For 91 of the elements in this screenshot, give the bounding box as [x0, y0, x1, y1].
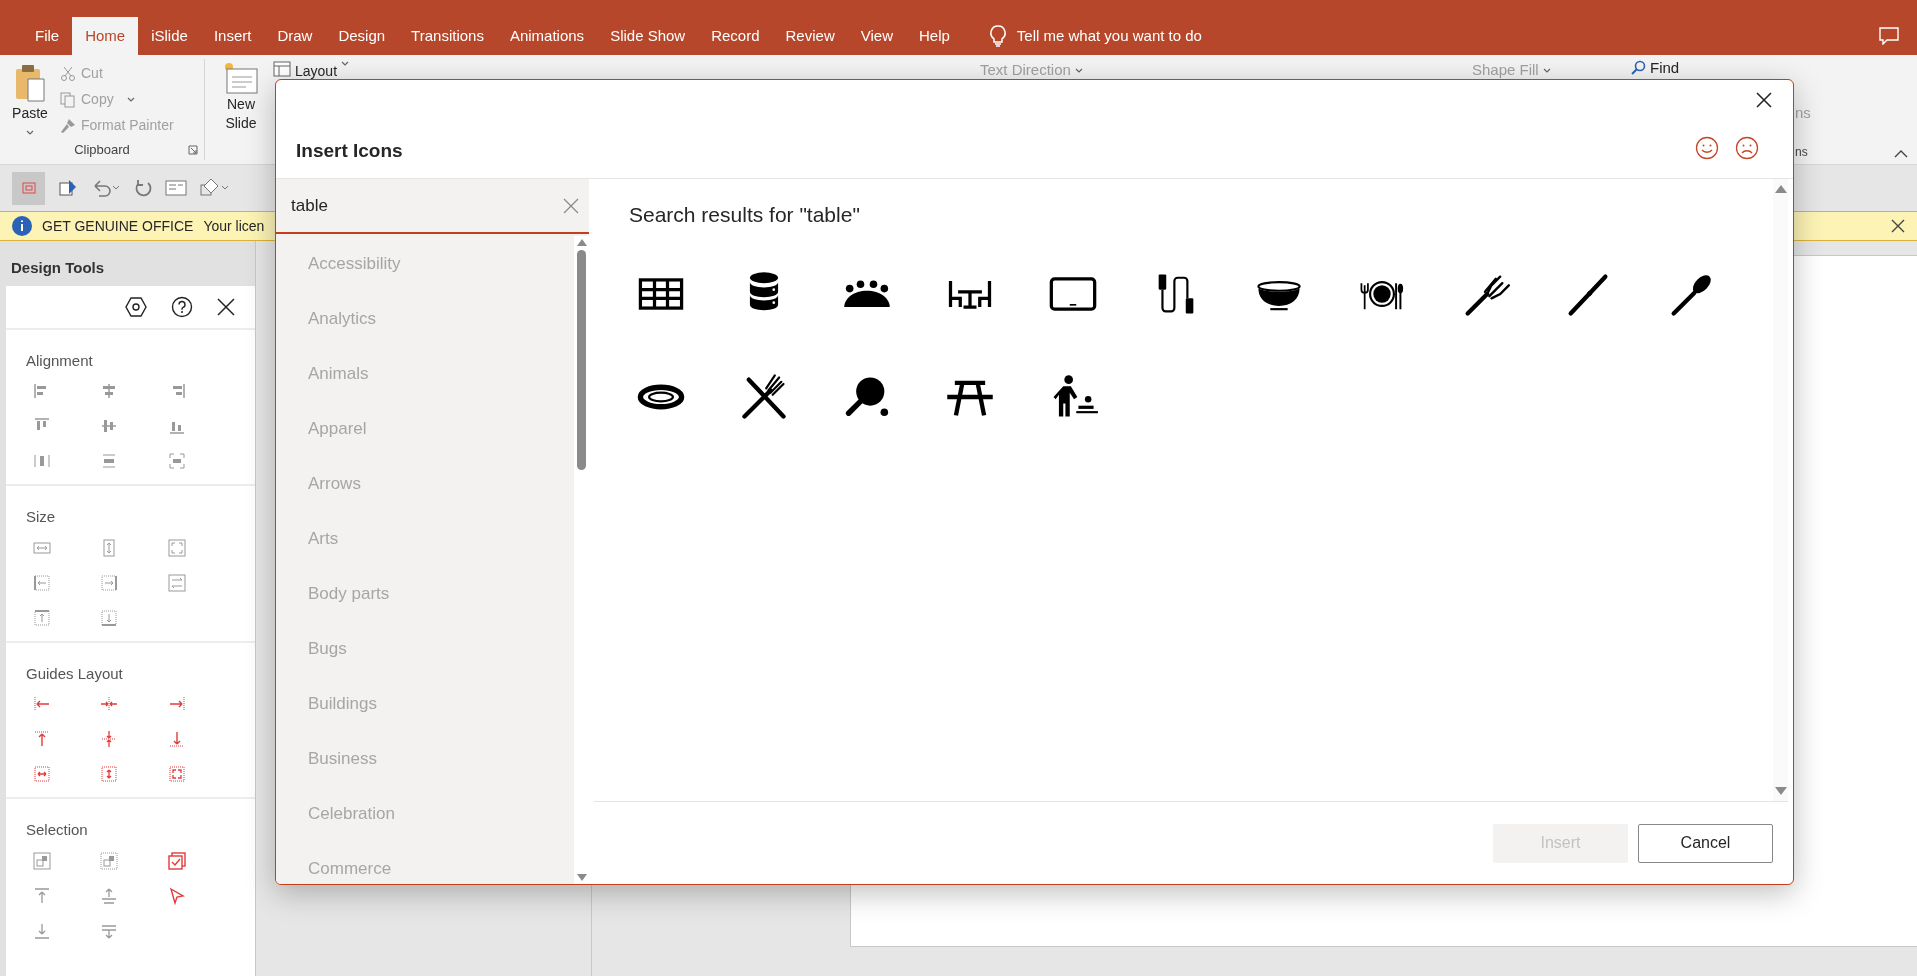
copy-icon	[60, 91, 76, 108]
find-button[interactable]: Find	[1630, 57, 1680, 80]
group-label: ns	[1795, 144, 1808, 161]
pane-title: Design Tools	[10, 258, 106, 278]
guide-icon[interactable]	[33, 695, 51, 713]
ribbon-tab[interactable]: Design	[325, 17, 399, 55]
ribbon-tab[interactable]: Draw	[264, 17, 326, 55]
select-icon[interactable]	[100, 851, 119, 870]
ribbon-tab[interactable]: Help	[905, 17, 963, 55]
select-icon[interactable]	[100, 886, 119, 905]
section-heading: Selection	[26, 820, 89, 840]
clear-icon[interactable]	[563, 197, 579, 214]
ribbon-tab[interactable]: Review	[772, 17, 848, 55]
guide-icon[interactable]	[167, 730, 186, 748]
resize-icon[interactable]	[33, 573, 51, 592]
caret-icon	[1074, 67, 1083, 73]
section-heading: Guides Layout	[26, 663, 124, 684]
ribbon-tab[interactable]: Insert	[200, 17, 265, 55]
search-icon	[1630, 60, 1646, 77]
scroll-down-icon	[576, 874, 587, 881]
select-icon[interactable]	[33, 886, 51, 905]
clipboard-icon	[14, 63, 46, 103]
dialog-launcher-icon[interactable]	[188, 145, 198, 155]
shapes-icon[interactable]	[199, 177, 229, 199]
guide-icon[interactable]	[33, 730, 51, 748]
help-icon[interactable]	[171, 295, 193, 318]
redo-icon[interactable]	[133, 178, 153, 198]
guide-icon[interactable]	[167, 695, 186, 713]
notice-title: GET GENUINE OFFICE	[42, 216, 194, 236]
dialog-button[interactable]: Cancel	[1638, 823, 1773, 863]
caret-icon	[126, 97, 135, 102]
resize-icon[interactable]	[100, 608, 119, 627]
frame-icon	[20, 180, 37, 196]
guide-icon[interactable]	[167, 765, 186, 783]
select-icon[interactable]	[167, 851, 186, 870]
close-icon[interactable]	[1756, 92, 1772, 108]
section-heading: Alignment	[26, 350, 94, 371]
results-heading: Search results for "table"	[629, 202, 861, 228]
ribbon-tab[interactable]: Animations	[496, 17, 598, 55]
smiley-icon[interactable]	[1695, 136, 1719, 160]
layout-button[interactable]: Layout	[273, 61, 350, 81]
collapse-ribbon-icon[interactable]	[1894, 149, 1908, 159]
scroll-down-icon	[1774, 787, 1787, 795]
resize-icon[interactable]	[33, 608, 51, 627]
paste-button[interactable]: Paste	[0, 59, 60, 140]
lightbulb-icon	[988, 25, 1007, 47]
notice-text: Your licen	[203, 216, 265, 236]
slide-icon	[223, 61, 259, 95]
caret-icon	[1542, 67, 1551, 73]
close-icon[interactable]	[217, 297, 235, 316]
select-icon[interactable]	[33, 851, 51, 870]
dialog-title: Insert Icons	[296, 139, 403, 163]
align-icon[interactable]	[100, 417, 119, 435]
shape-icon[interactable]	[57, 177, 79, 199]
guide-icon[interactable]	[33, 765, 51, 783]
caret-icon	[26, 130, 34, 135]
scroll-up-icon	[576, 239, 587, 246]
toolbar-button[interactable]	[12, 171, 45, 205]
ribbon-tab[interactable]: iSlide	[138, 17, 201, 55]
layout-icon	[273, 61, 291, 77]
info-icon	[12, 216, 32, 236]
caret-icon	[341, 61, 350, 66]
ribbon-tab[interactable]: Slide Show	[597, 17, 699, 55]
text-box-icon[interactable]	[165, 179, 187, 197]
guide-icon[interactable]	[100, 765, 119, 783]
scissors-icon	[60, 65, 76, 82]
ribbon-tab[interactable]: View	[847, 17, 906, 55]
scroll-up-icon	[1774, 185, 1787, 193]
ribbon-tab[interactable]: Home	[72, 17, 139, 55]
ribbon-tab[interactable]: Transitions	[398, 17, 497, 55]
section-heading: Size	[26, 507, 57, 527]
brush-icon	[60, 117, 76, 134]
undo-icon[interactable]	[91, 178, 121, 198]
search-field[interactable]: table	[276, 179, 589, 234]
new-slide-button[interactable]: New Slide	[215, 61, 267, 164]
ribbon-label: ns	[1795, 103, 1811, 123]
select-icon[interactable]	[167, 886, 186, 905]
tell-me-field[interactable]: Tell me what you want to do	[1016, 24, 1202, 48]
settings-icon[interactable]	[125, 295, 147, 318]
close-icon[interactable]	[1891, 219, 1905, 233]
frown-icon[interactable]	[1735, 136, 1759, 160]
guide-icon[interactable]	[100, 695, 119, 713]
scrollbar-thumb[interactable]	[577, 250, 586, 470]
resize-icon[interactable]	[100, 573, 119, 592]
select-icon[interactable]	[33, 921, 51, 940]
ribbon-tab[interactable]: Record	[698, 17, 773, 55]
ribbon-tab[interactable]: File	[22, 17, 73, 55]
comment-icon[interactable]	[1879, 27, 1899, 45]
align-icon[interactable]	[167, 452, 186, 470]
align-icon[interactable]	[33, 452, 51, 470]
group-label: Clipboard	[74, 141, 130, 160]
